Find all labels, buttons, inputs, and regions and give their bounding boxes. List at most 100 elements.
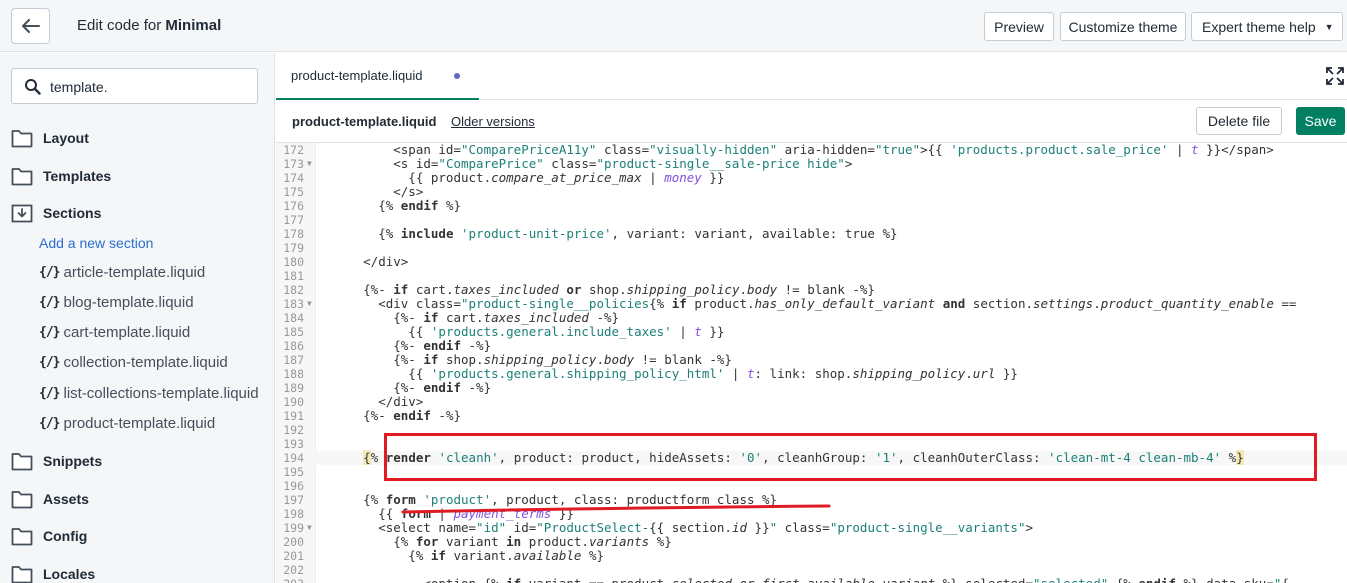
liquid-file-icon: {/} bbox=[39, 324, 61, 340]
code-line: 195 bbox=[276, 465, 1347, 479]
code-text: {{ product.compare_at_price_max | money … bbox=[318, 170, 725, 185]
line-number: 196 bbox=[283, 479, 304, 493]
folder-icon bbox=[11, 565, 33, 583]
page-title: Edit code for Minimal bbox=[77, 17, 221, 34]
folder-snippets[interactable]: Snippets bbox=[11, 449, 102, 473]
preview-button[interactable]: Preview bbox=[984, 12, 1054, 41]
code-text: {%- if cart.taxes_included or shop.shipp… bbox=[318, 282, 875, 297]
folder-locales[interactable]: Locales bbox=[11, 562, 95, 583]
code-line: 183 ▼ <div class="product-single__policie… bbox=[276, 296, 1347, 312]
line-number: 185 bbox=[283, 325, 304, 339]
code-text: {%- endif -%} bbox=[318, 408, 462, 423]
older-versions-link[interactable]: Older versions bbox=[451, 114, 535, 129]
code-line: 190 </div> bbox=[276, 394, 1347, 410]
code-text: {{ 'products.general.include_taxes' | t … bbox=[318, 324, 725, 339]
line-number: 178 bbox=[283, 227, 304, 241]
line-number: 176 bbox=[283, 199, 304, 213]
line-number: 195 bbox=[283, 465, 304, 479]
line-number: 193 bbox=[283, 437, 304, 451]
code-line: 203 <option {% if variant == product.sel… bbox=[276, 577, 1347, 583]
delete-file-button[interactable]: Delete file bbox=[1196, 107, 1282, 135]
folder-assets[interactable]: Assets bbox=[11, 487, 89, 511]
theme-name: Minimal bbox=[165, 17, 222, 34]
file-collection-template[interactable]: {/} collection-template.liquid bbox=[39, 351, 228, 373]
folder-layout[interactable]: Layout bbox=[11, 126, 89, 150]
fullscreen-expand-icon[interactable] bbox=[1326, 67, 1344, 85]
search-input[interactable] bbox=[50, 77, 250, 97]
search-box[interactable] bbox=[11, 68, 258, 104]
line-number: 186 bbox=[283, 339, 304, 353]
line-number: 181 bbox=[283, 269, 304, 283]
code-text: </s> bbox=[318, 184, 424, 199]
code-line: 175 </s> bbox=[276, 184, 1347, 200]
code-line: 184 {%- if cart.taxes_included -%} bbox=[276, 311, 1347, 326]
code-text: {%- if shop.shipping_policy.body != blan… bbox=[318, 352, 732, 367]
folder-open-download-icon bbox=[11, 204, 33, 222]
file-cart-template[interactable]: {/} cart-template.liquid bbox=[39, 321, 190, 343]
code-text: </div> bbox=[318, 254, 409, 269]
line-number: 174 bbox=[283, 171, 304, 185]
line-number: 198 bbox=[283, 507, 304, 521]
code-line: 173 ▼ <s id="ComparePrice" class="product… bbox=[276, 157, 1347, 172]
code-line: 201 {% if variant.available %} bbox=[276, 548, 1347, 564]
code-text: {% include 'product-unit-price', variant… bbox=[318, 226, 898, 241]
search-icon bbox=[25, 79, 41, 95]
file-product-template[interactable]: {/} product-template.liquid bbox=[39, 412, 215, 434]
liquid-file-icon: {/} bbox=[39, 264, 61, 280]
code-line: 188 {{ 'products.general.shipping_policy… bbox=[276, 366, 1347, 382]
folder-label: Config bbox=[43, 528, 88, 544]
folder-label: Snippets bbox=[43, 453, 103, 469]
folder-icon bbox=[11, 452, 33, 470]
code-text: {% if variant.available %} bbox=[318, 548, 604, 563]
line-number: 187 bbox=[283, 353, 304, 367]
fold-arrow-icon[interactable]: ▼ bbox=[307, 297, 312, 311]
code-line: 178 {% include 'product-unit-price', var… bbox=[276, 226, 1347, 242]
customize-theme-button[interactable]: Customize theme bbox=[1060, 12, 1186, 41]
folder-icon bbox=[11, 167, 33, 185]
code-line: 191 {%- endif -%} bbox=[276, 408, 1347, 424]
code-text: </div> bbox=[318, 394, 424, 409]
code-text: <option {% if variant == product.selecte… bbox=[318, 577, 1289, 583]
line-number: 192 bbox=[283, 423, 304, 437]
file-name: collection-template.liquid bbox=[63, 353, 228, 371]
code-line: 180 </div> bbox=[276, 254, 1347, 270]
fold-arrow-icon[interactable]: ▼ bbox=[307, 521, 312, 535]
file-name: blog-template.liquid bbox=[63, 293, 194, 311]
expert-theme-help-label: Expert theme help bbox=[1202, 18, 1316, 35]
line-number: 197 bbox=[283, 493, 304, 507]
line-number: 172 bbox=[283, 143, 304, 157]
liquid-file-icon: {/} bbox=[39, 294, 61, 310]
file-name: list-collections-template.liquid bbox=[63, 384, 259, 402]
folder-sections[interactable]: Sections bbox=[11, 201, 101, 225]
save-button[interactable]: Save bbox=[1296, 107, 1345, 135]
file-blog-template[interactable]: {/} blog-template.liquid bbox=[39, 291, 194, 313]
code-text: {{ 'products.general.shipping_policy_htm… bbox=[318, 366, 1018, 381]
code-text: <span id="ComparePriceA11y" class="visua… bbox=[318, 143, 1274, 157]
code-editor[interactable]: 172 <span id="ComparePriceA11y" class="v… bbox=[276, 143, 1347, 583]
add-new-section-link[interactable]: Add a new section bbox=[39, 235, 153, 251]
code-text: {% render 'cleanh', product: product, hi… bbox=[363, 450, 1244, 465]
fold-arrow-icon[interactable]: ▼ bbox=[307, 157, 312, 171]
code-line: 200 {% for variant in product.variants %… bbox=[276, 535, 1347, 550]
code-line: 182 {%- if cart.taxes_included or shop.s… bbox=[276, 282, 1347, 298]
folder-templates[interactable]: Templates bbox=[11, 164, 111, 188]
code-line: 202 bbox=[276, 563, 1347, 577]
folder-label: Layout bbox=[43, 130, 89, 146]
code-line: 186 {%- endif -%} bbox=[276, 338, 1347, 354]
code-text: {%- endif -%} bbox=[318, 338, 492, 353]
code-line: 177 bbox=[276, 213, 1347, 227]
code-line: 174 {{ product.compare_at_price_max | mo… bbox=[276, 170, 1347, 186]
back-button[interactable] bbox=[11, 8, 50, 44]
file-article-template[interactable]: {/} article-template.liquid bbox=[39, 261, 205, 283]
expert-theme-help-button[interactable]: Expert theme help ▼ bbox=[1191, 12, 1343, 41]
folder-label: Sections bbox=[43, 205, 102, 221]
code-text: <div class="product-single__policies{% i… bbox=[318, 296, 1297, 311]
tab-product-template[interactable]: product-template.liquid bbox=[276, 53, 479, 100]
code-line: 187 {%- if shop.shipping_policy.body != … bbox=[276, 352, 1347, 368]
file-header: product-template.liquid Older versions D… bbox=[276, 100, 1347, 143]
arrow-left-icon bbox=[21, 19, 40, 33]
folder-label: Assets bbox=[43, 491, 89, 507]
file-list-collections-template[interactable]: {/} list-collections-template.liquid bbox=[39, 382, 259, 404]
folder-config[interactable]: Config bbox=[11, 524, 87, 548]
line-number: 173 bbox=[283, 157, 304, 171]
